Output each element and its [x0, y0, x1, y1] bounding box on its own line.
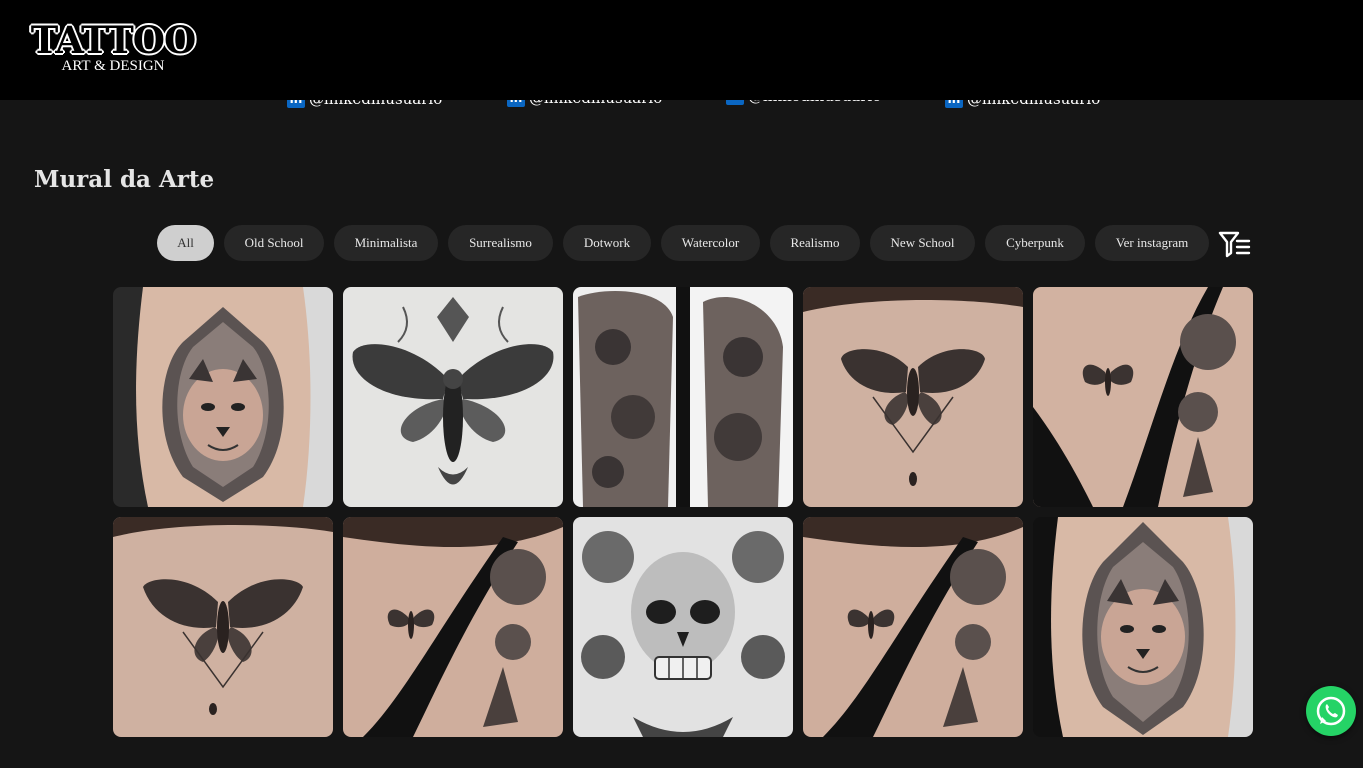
gallery-image-moth-back[interactable]: [113, 517, 333, 737]
gallery-image-moth-back[interactable]: [803, 287, 1023, 507]
filter-chip-surrealismo[interactable]: Surrealismo: [448, 225, 553, 261]
tattoo-gallery: [113, 287, 1253, 737]
filter-chip-ver-instagram[interactable]: Ver instagram: [1095, 225, 1209, 261]
filter-chip-watercolor[interactable]: Watercolor: [661, 225, 760, 261]
gallery-image-floral-sleeve[interactable]: [573, 287, 793, 507]
logo-title: TATTOO: [30, 18, 196, 62]
site-header: TATTOO ART & DESIGN: [0, 0, 1363, 100]
whatsapp-button[interactable]: [1306, 686, 1356, 736]
filter-chip-new-school[interactable]: New School: [870, 225, 975, 261]
gallery-image-butterfly-shoulder[interactable]: [803, 517, 1023, 737]
gallery-image-panther-tattoo[interactable]: [113, 287, 333, 507]
filter-chip-old-school[interactable]: Old School: [224, 225, 324, 261]
gallery-image-skull-drawing[interactable]: [573, 517, 793, 737]
section-title: Mural da Arte: [34, 166, 215, 193]
filter-list-icon[interactable]: [1217, 229, 1251, 259]
filter-chip-realismo[interactable]: Realismo: [770, 225, 860, 261]
gallery-image-panther-tattoo[interactable]: [1033, 517, 1253, 737]
filter-chip-dotwork[interactable]: Dotwork: [563, 225, 651, 261]
gallery-image-butterfly-shoulder[interactable]: [343, 517, 563, 737]
filter-chip-minimalista[interactable]: Minimalista: [334, 225, 438, 261]
filter-chip-all[interactable]: All: [157, 225, 214, 261]
gallery-image-moth-sketch[interactable]: [343, 287, 563, 507]
gallery-image-butterfly-shoulder[interactable]: [1033, 287, 1253, 507]
site-logo[interactable]: TATTOO ART & DESIGN: [28, 20, 198, 75]
whatsapp-icon: [1316, 696, 1346, 726]
filter-chip-cyberpunk[interactable]: Cyberpunk: [985, 225, 1085, 261]
